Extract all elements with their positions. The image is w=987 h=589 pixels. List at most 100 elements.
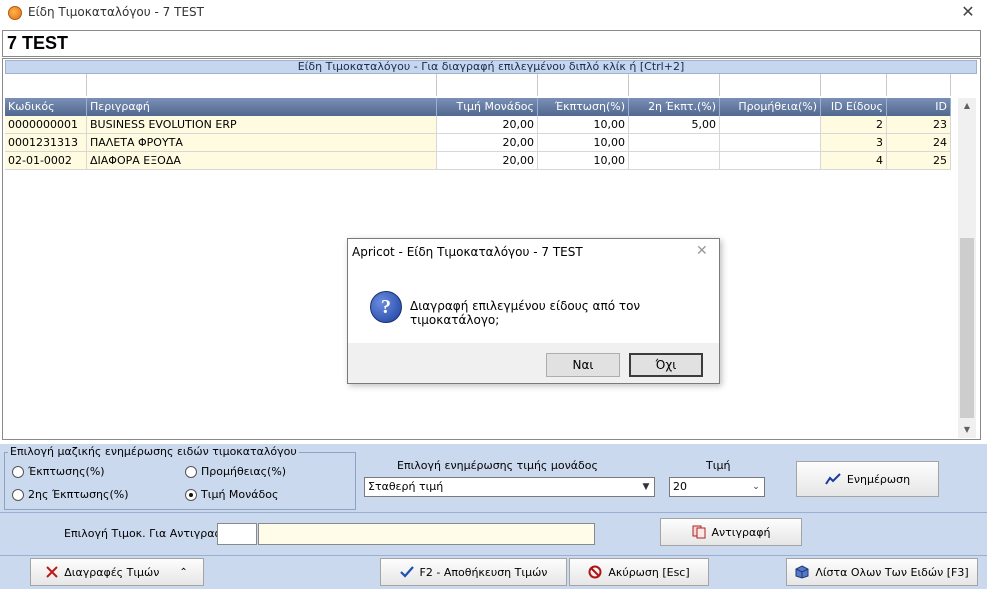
cell-second-discount[interactable] — [629, 152, 720, 170]
filter-discount[interactable] — [538, 74, 629, 96]
cell-description[interactable]: ΠΑΛΕΤΑ ΦΡΟΥΤΑ — [87, 134, 437, 152]
radio-discount-circle[interactable] — [12, 465, 24, 478]
col-commission[interactable]: Προμήθεια(%) — [720, 98, 821, 116]
close-icon[interactable]: ✕ — [958, 2, 978, 22]
cell-commission[interactable] — [720, 134, 821, 152]
price-option-label: Επιλογή ενημέρωσης τιμής μονάδος — [397, 459, 598, 472]
filter-item-id[interactable] — [821, 74, 887, 96]
chart-line-icon — [825, 473, 841, 485]
filter-code[interactable] — [5, 74, 87, 96]
table-row[interactable]: 0000000001 BUSINESS EVOLUTION ERP 20,00 … — [5, 116, 951, 134]
radio-unit-price[interactable]: Τιμή Μονάδος — [185, 488, 278, 501]
value-label: Τιμή — [706, 459, 731, 472]
no-button[interactable]: Όχι — [629, 353, 703, 377]
apricot-icon — [8, 6, 22, 20]
price-option-select[interactable]: Σταθερή τιμή ▼ — [364, 477, 655, 497]
cell-description[interactable]: ΔΙΑΦΟΡΑ ΕΞΟΔΑ — [87, 152, 437, 170]
copy-label: Επιλογή Τιμοκ. Για Αντιγραφή: — [64, 527, 233, 540]
copy-code-input[interactable] — [217, 523, 257, 545]
close-icon[interactable]: ✕ — [696, 243, 708, 259]
bulk-update-title: Επιλογή μαζικής ενημέρωσης ειδών τιμοκατ… — [8, 445, 299, 458]
save-button-label: F2 - Αποθήκευση Τιμών — [419, 565, 548, 579]
cell-id: 24 — [887, 134, 951, 152]
cell-unit-price[interactable]: 20,00 — [437, 152, 538, 170]
radio-discount[interactable]: Έκπτωσης(%) — [12, 465, 105, 478]
filter-unit-price[interactable] — [437, 74, 538, 96]
chevron-down-icon[interactable]: ⌄ — [748, 478, 764, 496]
cell-commission[interactable] — [720, 152, 821, 170]
filter-id[interactable] — [887, 74, 951, 96]
cell-item-id: 2 — [821, 116, 887, 134]
dialog-title: Apricot - Είδη Τιμοκαταλόγου - 7 TEST — [352, 245, 583, 259]
cell-discount[interactable]: 10,00 — [538, 152, 629, 170]
col-description[interactable]: Περιγραφή — [87, 98, 437, 116]
radio-second-discount-circle[interactable] — [12, 488, 24, 501]
value-select[interactable]: 20 ⌄ — [669, 477, 765, 497]
dialog-footer: Ναι Όχι — [348, 343, 719, 383]
col-id[interactable]: ID — [887, 98, 951, 116]
cell-second-discount[interactable] — [629, 134, 720, 152]
col-unit-price[interactable]: Τιμή Μονάδος — [437, 98, 538, 116]
bulk-update-group — [4, 452, 356, 510]
scroll-down-icon[interactable]: ▼ — [958, 422, 976, 438]
radio-discount-label: Έκπτωσης(%) — [28, 465, 105, 478]
col-item-id[interactable]: ID Είδους — [821, 98, 887, 116]
cancel-button[interactable]: Ακύρωση [Esc] — [569, 558, 709, 586]
cell-second-discount[interactable]: 5,00 — [629, 116, 720, 134]
cell-discount[interactable]: 10,00 — [538, 116, 629, 134]
scroll-up-icon[interactable]: ▲ — [958, 98, 976, 114]
all-items-button[interactable]: Λίστα Ολων Των Ειδών [F3] — [786, 558, 978, 586]
x-icon — [46, 566, 58, 578]
confirm-dialog: Apricot - Είδη Τιμοκαταλόγου - 7 TEST ✕ … — [347, 238, 720, 384]
cell-unit-price[interactable]: 20,00 — [437, 134, 538, 152]
radio-unit-price-label: Τιμή Μονάδος — [201, 488, 279, 501]
cell-id: 25 — [887, 152, 951, 170]
radio-second-discount[interactable]: 2ης Έκπτωσης(%) — [12, 488, 129, 501]
deletions-button[interactable]: Διαγραφές Τιμών ⌃ — [30, 558, 204, 586]
radio-commission[interactable]: Προμήθειας(%) — [185, 465, 286, 478]
cell-unit-price[interactable]: 20,00 — [437, 116, 538, 134]
column-header-row: Κωδικός Περιγραφή Τιμή Μονάδος Έκπτωση(%… — [5, 98, 951, 116]
copy-name-input[interactable] — [258, 523, 595, 545]
chevron-up-icon: ⌃ — [179, 566, 188, 578]
all-items-button-label: Λίστα Ολων Των Ειδών [F3] — [815, 565, 969, 579]
table-row[interactable]: 02-01-0002 ΔΙΑΦΟΡΑ ΕΞΟΔΑ 20,00 10,00 4 2… — [5, 152, 951, 170]
copy-button[interactable]: Αντιγραφή — [660, 518, 802, 546]
col-second-discount[interactable]: 2η Έκπτ.(%) — [629, 98, 720, 116]
header-box: 7 TEST — [2, 30, 981, 57]
chevron-down-icon[interactable]: ▼ — [638, 478, 654, 496]
copy-icon — [692, 525, 705, 539]
table-row[interactable]: 0001231313 ΠΑΛΕΤΑ ΦΡΟΥΤΑ 20,00 10,00 3 2… — [5, 134, 951, 152]
update-button[interactable]: Ενημέρωση — [796, 461, 939, 497]
cell-code[interactable]: 0000000001 — [5, 116, 87, 134]
cell-item-id: 3 — [821, 134, 887, 152]
price-option-value: Σταθερή τιμή — [368, 480, 444, 493]
cell-commission[interactable] — [720, 116, 821, 134]
cell-item-id: 4 — [821, 152, 887, 170]
filter-second-discount[interactable] — [629, 74, 720, 96]
col-code[interactable]: Κωδικός — [5, 98, 87, 116]
cell-code[interactable]: 02-01-0002 — [5, 152, 87, 170]
cell-description[interactable]: BUSINESS EVOLUTION ERP — [87, 116, 437, 134]
radio-commission-label: Προμήθειας(%) — [201, 465, 287, 478]
scroll-thumb[interactable] — [960, 238, 974, 418]
no-entry-icon — [588, 565, 602, 579]
radio-unit-price-circle[interactable] — [185, 488, 197, 501]
page-title: 7 TEST — [7, 33, 69, 53]
filter-row — [5, 74, 951, 96]
yes-button[interactable]: Ναι — [546, 353, 620, 377]
cell-discount[interactable]: 10,00 — [538, 134, 629, 152]
deletions-button-label: Διαγραφές Τιμών — [64, 565, 160, 579]
window-title: Είδη Τιμοκαταλόγου - 7 TEST — [28, 5, 204, 19]
grid-caption: Είδη Τιμοκαταλόγου - Για διαγραφή επιλεγ… — [5, 60, 977, 74]
vertical-scrollbar[interactable]: ▲ ▼ — [958, 98, 976, 438]
radio-commission-circle[interactable] — [185, 465, 197, 478]
save-button[interactable]: F2 - Αποθήκευση Τιμών — [380, 558, 567, 586]
filter-description[interactable] — [87, 74, 437, 96]
cancel-button-label: Ακύρωση [Esc] — [608, 565, 690, 579]
col-discount[interactable]: Έκπτωση(%) — [538, 98, 629, 116]
question-icon: ? — [370, 291, 402, 323]
filter-commission[interactable] — [720, 74, 821, 96]
cell-code[interactable]: 0001231313 — [5, 134, 87, 152]
checkmark-icon — [399, 566, 414, 578]
